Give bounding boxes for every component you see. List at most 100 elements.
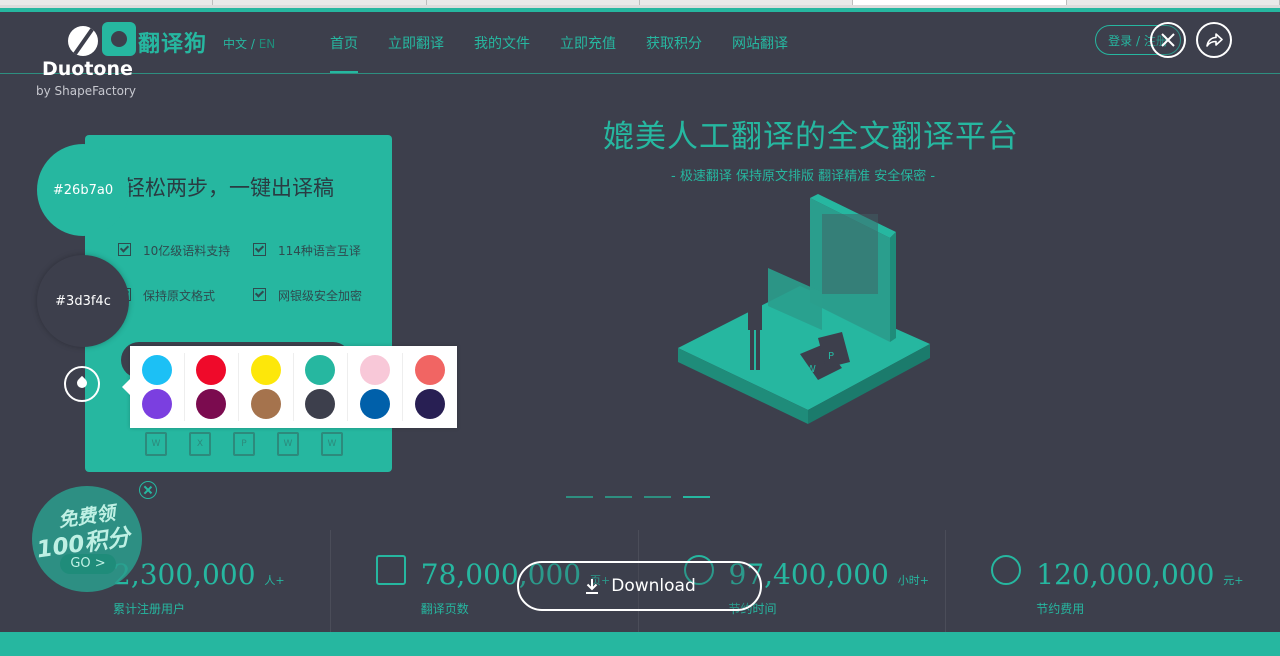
stat-number: 120,000,000 元+ bbox=[1036, 558, 1243, 591]
browser-tab[interactable] bbox=[213, 0, 427, 5]
svg-text:P: P bbox=[828, 351, 834, 362]
close-button[interactable] bbox=[1150, 22, 1186, 58]
share-icon bbox=[1206, 33, 1223, 47]
palette-swatch[interactable] bbox=[239, 353, 294, 387]
nav-website-translate[interactable]: 网站翻译 bbox=[732, 33, 788, 53]
main-nav: 首页 立即翻译 我的文件 立即充值 获取积分 网站翻译 bbox=[330, 33, 788, 73]
nav-my-files[interactable]: 我的文件 bbox=[474, 33, 530, 53]
stat-label: 翻译页数 bbox=[420, 602, 469, 616]
palette-color-dot bbox=[414, 355, 445, 385]
palette-color-dot bbox=[359, 355, 390, 385]
stat-unit: 小时+ bbox=[897, 574, 929, 587]
download-label: Download bbox=[611, 576, 696, 596]
svg-text:W: W bbox=[806, 364, 816, 375]
promo-go-button[interactable]: GO > bbox=[60, 554, 116, 574]
color-hex-secondary: #3d3f4c bbox=[55, 293, 111, 309]
palette-color-dot bbox=[250, 355, 281, 385]
nav-translate-now[interactable]: 立即翻译 bbox=[388, 33, 444, 53]
carousel-dot[interactable] bbox=[566, 496, 593, 498]
duotone-byline: by ShapeFactory bbox=[36, 84, 136, 98]
lang-separator: / bbox=[247, 37, 259, 51]
stat-cost: 120,000,000 元+ 节约费用 bbox=[945, 530, 1253, 632]
brand-name[interactable]: 翻译狗 bbox=[138, 26, 207, 58]
palette-swatch[interactable] bbox=[130, 387, 185, 421]
word-file-icon: W bbox=[145, 432, 167, 456]
brand-logo-icon[interactable] bbox=[102, 22, 136, 56]
feature-text: 保持原文格式 bbox=[143, 289, 216, 303]
promo-badge[interactable]: 免费领 100积分 GO > bbox=[28, 482, 158, 592]
palette-color-dot bbox=[196, 355, 227, 385]
color-swatch-secondary[interactable]: #3d3f4c bbox=[37, 255, 129, 347]
color-palette bbox=[122, 346, 458, 428]
nav-get-points[interactable]: 获取积分 bbox=[646, 33, 702, 53]
palette-swatch[interactable] bbox=[130, 353, 185, 387]
palette-color-dot bbox=[141, 355, 172, 385]
color-swatch-primary[interactable]: #26b7a0 bbox=[37, 144, 129, 236]
stat-unit: 人+ bbox=[264, 574, 285, 587]
feature-item: 保持原文格式 bbox=[118, 287, 215, 304]
carousel-dot-active[interactable] bbox=[683, 496, 710, 498]
carousel-dot[interactable] bbox=[605, 496, 632, 498]
footer-bar bbox=[0, 632, 1280, 656]
stat-value: 120,000,000 bbox=[1036, 558, 1215, 591]
color-hex-primary: #26b7a0 bbox=[52, 182, 114, 198]
nav-home[interactable]: 首页 bbox=[330, 33, 358, 73]
browser-tab[interactable] bbox=[639, 0, 854, 5]
language-switch[interactable]: 中文 / EN bbox=[223, 35, 275, 52]
carousel-indicators bbox=[566, 496, 710, 498]
share-button[interactable] bbox=[1196, 22, 1232, 58]
palette-swatch[interactable] bbox=[294, 387, 348, 421]
excel-file-icon: X bbox=[189, 432, 211, 456]
check-icon bbox=[118, 243, 131, 256]
palette-swatch[interactable] bbox=[185, 387, 239, 421]
palette-color-dot bbox=[305, 389, 336, 419]
hero-title: 媲美人工翻译的全文翻译平台 bbox=[603, 119, 1019, 155]
card-title: 轻松两步，一键出译稿 bbox=[124, 176, 334, 200]
palette-color-dot bbox=[305, 355, 336, 385]
palette-swatch[interactable] bbox=[239, 387, 294, 421]
palette-swatch[interactable] bbox=[185, 353, 239, 387]
color-picker-button[interactable] bbox=[64, 366, 100, 402]
browser-tab-strip bbox=[0, 0, 1280, 8]
feature-text: 网银级安全加密 bbox=[278, 289, 363, 303]
lang-en[interactable]: EN bbox=[259, 37, 276, 51]
feature-item: 10亿级语料支持 bbox=[118, 242, 230, 259]
promo-close-icon[interactable] bbox=[139, 481, 157, 499]
palette-swatch[interactable] bbox=[348, 353, 403, 387]
palette-color-dot bbox=[359, 389, 390, 419]
carousel-dot[interactable] bbox=[644, 496, 671, 498]
palette-swatch[interactable] bbox=[403, 387, 458, 421]
browser-tab[interactable] bbox=[1066, 0, 1280, 5]
feature-item: 114种语言互译 bbox=[253, 242, 361, 259]
palette-color-dot bbox=[196, 389, 227, 419]
browser-tab-active[interactable] bbox=[853, 0, 1067, 5]
download-button[interactable]: Download bbox=[517, 561, 762, 611]
feature-item: 网银级安全加密 bbox=[253, 287, 362, 304]
browser-tab[interactable] bbox=[0, 0, 214, 5]
nav-recharge[interactable]: 立即充值 bbox=[560, 33, 616, 53]
hero-illustration: W P bbox=[678, 194, 930, 424]
supported-file-types: W X P W W bbox=[145, 432, 343, 456]
palette-swatch[interactable] bbox=[294, 353, 348, 387]
browser-tab[interactable] bbox=[426, 0, 640, 5]
hero-subtitle: - 极速翻译 保持原文排版 翻译精准 安全保密 - bbox=[671, 169, 936, 184]
palette-swatch[interactable] bbox=[403, 353, 458, 387]
word-file-icon: W bbox=[321, 432, 343, 456]
lang-zh[interactable]: 中文 bbox=[223, 37, 247, 51]
word-file-icon: W bbox=[277, 432, 299, 456]
stat-label: 节约费用 bbox=[1036, 602, 1085, 616]
feature-text: 10亿级语料支持 bbox=[143, 244, 231, 258]
palette-color-dot bbox=[414, 389, 445, 419]
palette-color-dot bbox=[250, 389, 281, 419]
yen-icon bbox=[991, 555, 1022, 585]
palette-swatch[interactable] bbox=[348, 387, 403, 421]
check-icon bbox=[253, 243, 266, 256]
document-icon bbox=[375, 555, 406, 585]
stat-unit: 元+ bbox=[1223, 574, 1244, 587]
close-icon bbox=[1161, 33, 1175, 47]
download-icon bbox=[586, 579, 599, 594]
feature-text: 114种语言互译 bbox=[278, 244, 361, 258]
powerpoint-file-icon: P bbox=[233, 432, 255, 456]
duotone-logo-icon bbox=[68, 26, 98, 56]
duotone-name: Duotone bbox=[42, 58, 133, 80]
